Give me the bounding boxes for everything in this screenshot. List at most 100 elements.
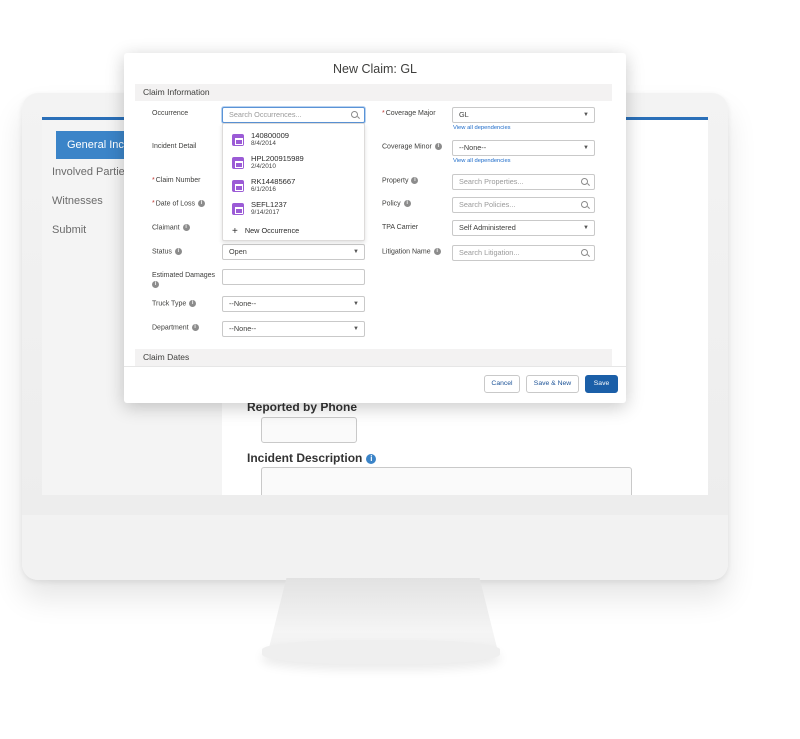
info-icon: i (403, 200, 411, 207)
monitor-chin (22, 515, 728, 580)
coverage-major-label: Coverage Major (385, 110, 436, 117)
info-icon: i (366, 453, 377, 464)
policy-placeholder: Search Policies... (459, 200, 516, 209)
coverage-major-select[interactable]: GL ▼ (452, 107, 595, 123)
litigation-name-label-wrap: Litigation Name i (382, 248, 441, 255)
occurrence-option-date: 9/14/2017 (251, 209, 280, 216)
tpa-carrier-select[interactable]: Self Administered ▼ (452, 220, 595, 236)
occurrence-option-id: HPL200915989 (251, 154, 304, 163)
tpa-carrier-label: TPA Carrier (382, 224, 419, 231)
department-select[interactable]: --None-- ▼ (222, 321, 365, 337)
section-claim-dates[interactable]: Claim Dates (135, 349, 612, 366)
department-value: --None-- (229, 324, 257, 333)
occurrence-option[interactable]: 140800009 8/4/2014 (232, 131, 362, 151)
coverage-major-label-wrap: *Coverage Major (382, 110, 436, 117)
occurrence-option[interactable]: SEFL1237 9/14/2017 (232, 200, 362, 220)
coverage-major-value: GL (459, 110, 469, 119)
policy-search-input[interactable]: Search Policies... (452, 197, 595, 213)
department-label: Department (152, 324, 189, 332)
search-icon (581, 178, 588, 185)
occurrence-option-date: 2/4/2010 (251, 163, 276, 170)
nav-item-submit[interactable]: Submit (52, 224, 86, 236)
tpa-carrier-value: Self Administered (459, 223, 516, 232)
nav-item-involved-parties[interactable]: Involved Parties (52, 166, 130, 178)
stage: General Incident Involved Parties Witnes… (0, 0, 800, 739)
chevron-down-icon: ▼ (583, 112, 589, 118)
search-icon (581, 201, 588, 208)
truck-type-label-wrap: Truck Type i (152, 300, 197, 308)
claimant-label: Claimant (152, 224, 180, 232)
occurrence-option-id: 140800009 (251, 131, 290, 140)
occurrence-option-date: 8/4/2014 (251, 140, 276, 147)
coverage-minor-label-wrap: Coverage Minor i (382, 143, 442, 150)
search-icon (581, 249, 588, 256)
view-dependencies-link[interactable]: View all dependencies (453, 125, 511, 131)
save-button[interactable]: Save (585, 375, 618, 393)
search-icon (351, 111, 358, 118)
truck-type-select[interactable]: --None-- ▼ (222, 296, 365, 312)
occurrence-option-id: RK14485667 (251, 177, 296, 186)
info-icon: i (411, 177, 419, 184)
info-icon: i (182, 224, 190, 231)
truck-type-value: --None-- (229, 299, 257, 308)
estimated-damages-input[interactable] (222, 269, 365, 285)
claimant-label-wrap: Claimant i (152, 224, 190, 231)
record-icon (232, 157, 244, 169)
info-icon: i (189, 300, 197, 307)
status-label-wrap: Status i (152, 248, 182, 255)
info-icon: i (198, 200, 206, 207)
coverage-minor-value: --None-- (459, 143, 487, 152)
record-icon (232, 203, 244, 215)
nav-item-witnesses[interactable]: Witnesses (52, 195, 103, 207)
new-occurrence-label: New Occurrence (244, 226, 300, 235)
incident-description-field[interactable] (261, 467, 632, 495)
occurrence-option[interactable]: RK14485667 6/1/2016 (232, 177, 362, 197)
view-dependencies-link[interactable]: View all dependencies (453, 158, 511, 164)
property-placeholder: Search Properties... (459, 177, 524, 186)
required-marker: * (152, 200, 155, 208)
date-of-loss-label: Date of Loss (155, 200, 196, 208)
status-value: Open (229, 247, 247, 256)
required-marker: * (382, 110, 385, 117)
record-icon (232, 180, 244, 192)
info-icon: i (191, 324, 199, 331)
property-label-wrap: Property i (382, 177, 419, 185)
date-of-loss-label-wrap: *Date of Loss i (152, 200, 206, 208)
claim-number-label-wrap: *Claim Number (152, 177, 200, 184)
truck-type-label: Truck Type (152, 300, 187, 308)
occurrence-placeholder: Search Occurrences... (229, 110, 302, 119)
new-occurrence-option[interactable]: + New Occurrence (232, 226, 299, 237)
cancel-button[interactable]: Cancel (484, 375, 520, 393)
reported-by-phone-field[interactable] (261, 417, 357, 443)
save-and-new-button[interactable]: Save & New (526, 375, 579, 393)
modal-footer-divider (124, 366, 626, 367)
chevron-down-icon: ▼ (583, 225, 589, 231)
occurrence-dropdown: 140800009 8/4/2014 HPL200915989 2/4/2010… (222, 123, 365, 241)
record-icon (232, 134, 244, 146)
occurrence-option-date: 6/1/2016 (251, 186, 276, 193)
info-icon: i (174, 248, 182, 255)
policy-label: Policy (382, 200, 401, 208)
department-label-wrap: Department i (152, 324, 199, 331)
modal-title: New Claim: GL (332, 62, 418, 76)
policy-label-wrap: Policy i (382, 200, 411, 207)
status-select[interactable]: Open ▼ (222, 244, 365, 260)
occurrence-option-id: SEFL1237 (251, 200, 287, 209)
section-claim-information[interactable]: Claim Information (135, 84, 612, 101)
litigation-search-input[interactable]: Search Litigation... (452, 245, 595, 261)
plus-icon: + (232, 226, 238, 237)
estimated-damages-info: i (152, 281, 159, 288)
info-icon: i (433, 248, 441, 255)
incident-description-label: Incident Description (247, 451, 363, 465)
info-icon: i (152, 281, 159, 288)
property-label: Property (382, 177, 409, 185)
chevron-down-icon: ▼ (353, 249, 359, 255)
incident-detail-label: Incident Detail (152, 143, 197, 150)
occurrence-option[interactable]: HPL200915989 2/4/2010 (232, 154, 362, 174)
new-claim-modal: New Claim: GL Claim Information Occurren… (124, 53, 626, 403)
chevron-down-icon: ▼ (583, 145, 589, 151)
property-search-input[interactable]: Search Properties... (452, 174, 595, 190)
coverage-minor-select[interactable]: --None-- ▼ (452, 140, 595, 156)
occurrence-search-input[interactable]: Search Occurrences... (222, 107, 365, 123)
occurrence-label: Occurrence (152, 110, 189, 117)
